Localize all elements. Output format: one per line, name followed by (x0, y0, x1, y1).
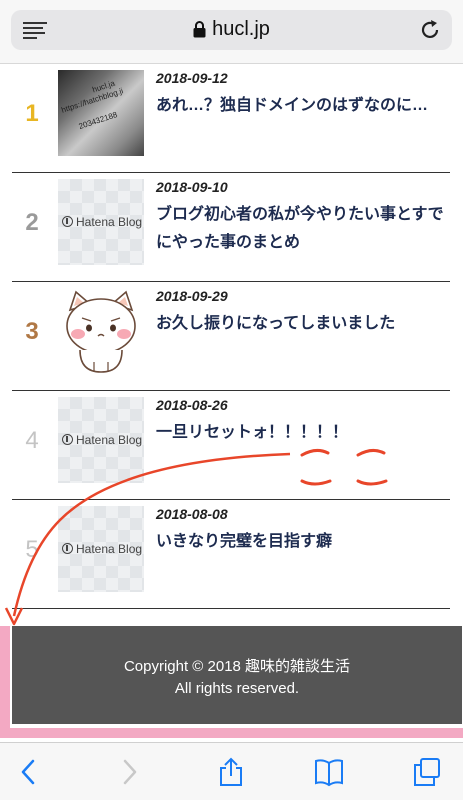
thumbnail-text: 203432188 (77, 110, 119, 131)
reload-icon[interactable] (418, 18, 442, 42)
post-date: 2018-09-10 (156, 179, 228, 195)
rank-number: 2 (25, 209, 39, 236)
post-date: 2018-09-12 (156, 70, 228, 86)
post-title-link[interactable]: あれ…？独自ドメインのはずなのに… (156, 92, 446, 120)
highlight-frame-bottom (0, 728, 463, 738)
highlight-frame-left (0, 626, 10, 738)
post-title-link[interactable]: ブログ初心者の私が今やりたい事とすでにやった事のまとめ (156, 201, 446, 257)
handwritten-annotation (300, 448, 388, 486)
post-thumbnail[interactable]: Hatena Blog (58, 179, 144, 265)
post-title-link[interactable]: お久し振りになってしまいました (156, 310, 446, 338)
list-item[interactable]: 2 Hatena Blog 2018-09-10 ブログ初心者の私が今やりたい事… (12, 173, 450, 282)
back-icon[interactable] (14, 757, 44, 787)
address-bar[interactable]: hucl.jp (11, 10, 452, 50)
post-thumbnail[interactable]: https://hatchblog.ji 203432188 hucl.ja (58, 70, 144, 156)
rank-number: 3 (25, 318, 39, 345)
footer-rights: All rights reserved. (174, 680, 300, 697)
post-thumbnail[interactable] (58, 288, 144, 374)
arrow-annotation-icon (4, 452, 291, 626)
browser-top-bar: hucl.jp (0, 0, 463, 64)
post-date: 2018-08-26 (156, 397, 228, 413)
list-item[interactable]: 3 2018-09-29 お久し振りになってしまいました (12, 282, 450, 391)
url-text: hucl.jp (212, 18, 270, 40)
browser-toolbar (0, 742, 463, 800)
footer-copyright: Copyright © 2018 趣味的雑談生活 (123, 658, 351, 675)
site-footer: Copyright © 2018 趣味的雑談生活 All rights rese… (12, 626, 462, 724)
bookmarks-icon[interactable] (314, 757, 344, 787)
lock-icon (193, 21, 206, 38)
url-display[interactable]: hucl.jp (11, 18, 452, 41)
list-item[interactable]: 1 https://hatchblog.ji 203432188 hucl.ja… (12, 64, 450, 173)
forward-icon[interactable] (114, 757, 144, 787)
rank-number: 1 (25, 100, 39, 127)
post-date: 2018-09-29 (156, 288, 228, 304)
hatena-blog-logo: Hatena Blog (62, 215, 142, 229)
tabs-icon[interactable] (412, 757, 442, 787)
share-icon[interactable] (216, 757, 246, 787)
cat-illustration (66, 290, 136, 373)
